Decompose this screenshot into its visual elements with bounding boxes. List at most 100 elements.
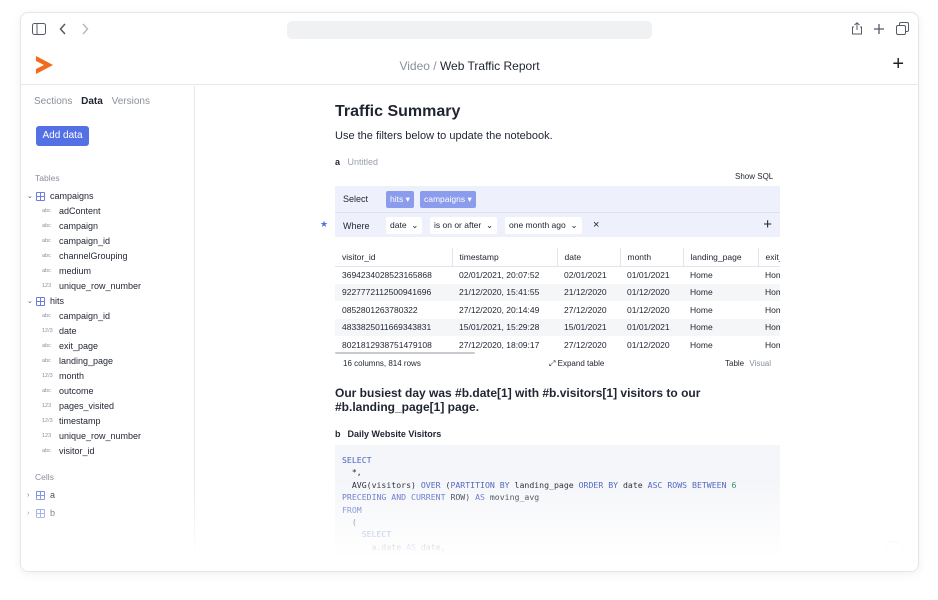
column-header[interactable]: timestamp [452,248,558,267]
sidebar-column[interactable]: abc visitor_id [21,444,195,459]
forward-icon[interactable] [81,22,89,38]
sidebar-column[interactable]: abc campaign_id [21,309,195,324]
sidebar-column[interactable]: 123 pages_visited [21,399,195,414]
table-cell: 15/01/2021 [557,318,620,336]
results-table: visitor_id timestamp date month landing_page… [335,248,780,354]
table-icon [36,192,45,201]
sidebar-column-label: outcome [59,386,94,396]
back-icon[interactable] [59,22,67,38]
address-bar[interactable] [287,21,652,39]
table-cell: Home [690,304,713,315]
view-table-toggle[interactable]: Table [725,359,744,368]
tabs-overview-icon[interactable] [896,22,909,38]
sql-editor[interactable]: SELECT *, AVG(visitors) OVER (PARTITION … [335,445,780,571]
select-table-hits[interactable]: hits ▾ [386,191,414,208]
select-table-campaigns-label: campaigns [424,194,466,204]
sidebar-column[interactable]: abc exit_page [21,339,195,354]
column-header[interactable]: landing_page [683,248,759,267]
pin-icon[interactable]: ★ [320,219,328,230]
sidebar-column[interactable]: 123 unique_row_number [21,279,195,294]
expand-table-button[interactable]: ⤢ Expand table [549,359,604,369]
sidebar-column[interactable]: 123 unique_row_number [21,429,195,444]
sidebar-column[interactable]: abc adContent [21,204,195,219]
query-builder: Select hits ▾ campaigns ▾ Where date ⌄ i… [335,186,780,237]
column-header[interactable]: visitor_id [335,248,453,267]
add-filter-icon[interactable]: + [763,216,772,233]
table-row[interactable]: 8021812938751479108 27/12/2020, 18:09:17 2… [335,336,780,354]
breadcrumb-parent[interactable]: Video [399,59,429,73]
sidebar-cell-b[interactable]: › b [21,506,195,524]
cell-a-name[interactable]: Untitled [348,157,379,167]
table-row[interactable]: 9227772112500941696 21/12/2020, 15:41:55 2… [335,283,780,301]
table-scrollbar[interactable] [335,352,475,354]
where-operator-select[interactable]: is on or after ⌄ [430,217,498,234]
where-value-select[interactable]: one month ago ⌄ [505,217,582,234]
cells-tree: › a › b [21,488,195,524]
table-cell: 01/12/2020 [627,339,670,350]
table-cell: Home [683,283,758,301]
column-type-icon: abc [42,238,51,244]
table-cell: Hom [765,304,780,315]
chevron-down-icon[interactable]: ⌄ [27,294,33,309]
chevron-right-icon[interactable]: › [27,506,29,521]
select-label: Select [343,194,369,204]
sidebar-column-label: unique_row_number [59,281,142,291]
cell-b-name[interactable]: Daily Website Visitors [348,429,442,439]
sidebar-table-campaigns[interactable]: ⌄ campaigns [21,189,195,204]
show-sql-button[interactable]: Show SQL [735,172,773,181]
chevron-down-icon[interactable]: ⌄ [27,189,33,204]
sidebar-column[interactable]: 12/3 date [21,324,195,339]
sidebar-column-label: timestamp [59,416,101,426]
sidebar-column[interactable]: abc landing_page [21,354,195,369]
view-visual-toggle[interactable]: Visual [749,359,771,368]
breadcrumb-separator: / [429,59,440,73]
table-cell: Home [683,318,758,336]
sidebar-table-label: campaigns [50,191,94,201]
where-label: Where [343,221,370,231]
chevron-right-icon[interactable]: › [27,488,29,503]
column-header[interactable]: month [620,248,684,267]
table-cell: 15/01/2021, 15:29:28 [452,318,557,336]
table-row[interactable]: 4833825011669343831 15/01/2021, 15:29:28 1… [335,318,780,336]
where-value-text: one month ago [509,220,566,230]
table-cell: 27/12/2020, 20:14:49 [459,304,540,315]
sidebar-cell-a[interactable]: › a [21,488,195,506]
column-header[interactable]: date [557,248,621,267]
sidebar-column[interactable]: abc channelGrouping [21,249,195,264]
share-icon[interactable] [851,22,863,38]
sidebar-column-label: adContent [59,206,101,216]
expand-icon: ⤢ [549,359,556,368]
remove-filter-icon[interactable]: × [593,219,599,231]
chevron-down-icon: ▾ [467,194,472,204]
new-tab-icon[interactable] [873,22,885,38]
sidebar-table-hits[interactable]: ⌄ hits [21,294,195,309]
table-icon [36,509,45,518]
sidebar-column[interactable]: 12/3 timestamp [21,414,195,429]
table-row[interactable]: 3694234028523165868 02/01/2021, 20:07:52 0… [335,266,780,284]
where-field-select[interactable]: date ⌄ [386,217,423,234]
tab-sections[interactable]: Sections [34,96,72,107]
table-cell: 01/01/2021 [627,270,670,280]
table-cell: Hom [758,283,780,301]
tables-tree: ⌄ campaigns abc adContent abc campaign abc camp… [21,189,195,459]
column-header[interactable]: exit_ [758,248,780,267]
sidebar-column[interactable]: abc medium [21,264,195,279]
select-table-campaigns[interactable]: campaigns ▾ [420,191,476,208]
where-field-value: date [390,220,407,230]
sidebar-column[interactable]: abc outcome [21,384,195,399]
sidebar-column-label: date [59,326,77,336]
table-row[interactable]: 0852801263780322 27/12/2020, 20:14:49 27/1… [335,301,780,319]
tab-versions[interactable]: Versions [112,96,150,107]
sidebar-column[interactable]: abc campaign_id [21,234,195,249]
table-cell: Home [690,270,713,280]
results-table-container[interactable]: visitor_id timestamp date month landing_page… [335,248,780,354]
sidebar-toggle-icon[interactable] [32,22,46,38]
tab-data[interactable]: Data [81,96,103,107]
plus-icon[interactable]: + [892,54,904,74]
add-data-button[interactable]: Add data [36,126,89,146]
page-title: Traffic Summary [335,103,461,120]
help-button[interactable] [884,541,904,561]
sidebar-column[interactable]: abc campaign [21,219,195,234]
sidebar-tabs: Sections Data Versions [34,96,156,107]
sidebar-column[interactable]: 12/3 month [21,369,195,384]
